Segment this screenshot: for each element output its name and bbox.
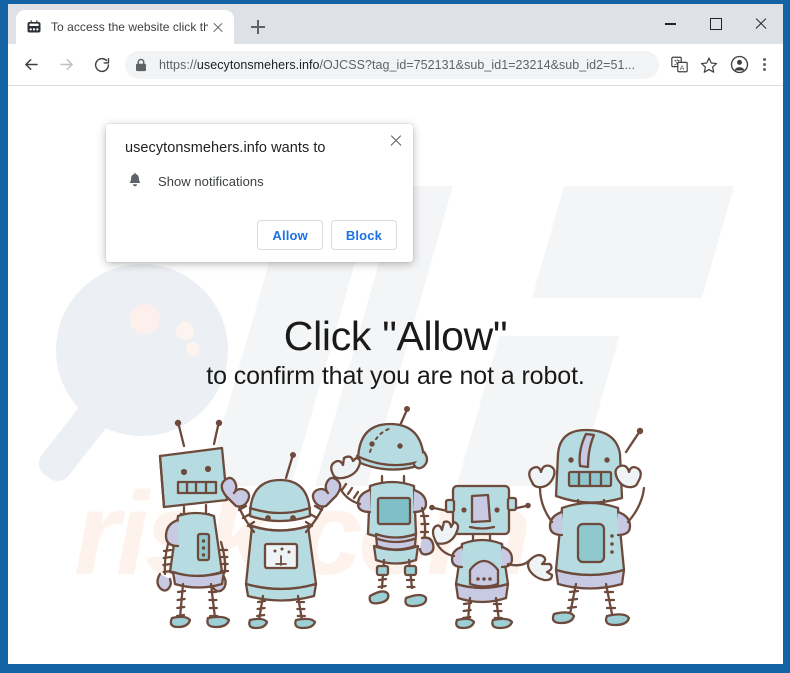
permission-label: Show notifications [158, 173, 264, 189]
page-subtitle: to confirm that you are not a robot. [206, 362, 585, 391]
address-bar-text: https://usecytonsmehers.info/OJCSS?tag_i… [159, 58, 635, 72]
page-title: Click "Allow" [283, 313, 508, 359]
profile-avatar-icon[interactable] [725, 51, 753, 79]
tab-title: To access the website click the "A [51, 20, 208, 34]
url-host: usecytonsmehers.info [196, 57, 320, 72]
lock-icon [127, 51, 155, 79]
url-path: /OJCSS?tag_id=752131&sub_id1=23214&sub_i… [319, 57, 636, 72]
minimize-button[interactable] [648, 4, 693, 44]
robot-favicon [26, 19, 42, 35]
forward-arrow-icon[interactable] [51, 49, 82, 80]
permission-dialog-title: usecytonsmehers.info wants to [125, 140, 326, 156]
bell-icon [126, 172, 144, 190]
url-scheme: https:// [159, 57, 197, 72]
permission-dialog-actions: Allow Block [122, 220, 397, 252]
three-dot-menu-icon[interactable] [753, 51, 775, 79]
reload-icon[interactable] [86, 49, 117, 80]
notification-permission-dialog: usecytonsmehers.info wants to Show notif… [106, 124, 413, 262]
star-icon[interactable] [695, 51, 723, 79]
watermark-magnifier-handle [33, 393, 117, 487]
close-button[interactable] [738, 4, 783, 44]
block-button[interactable]: Block [330, 220, 397, 250]
page-viewport: risk.com Click "Allow" to confirm that y… [8, 86, 783, 664]
close-dialog-icon[interactable] [387, 132, 405, 150]
browser-toolbar: https://usecytonsmehers.info/OJCSS?tag_i… [8, 44, 783, 86]
permission-row: Show notifications [126, 172, 397, 190]
maximize-button[interactable] [693, 4, 738, 44]
back-arrow-icon[interactable] [16, 49, 47, 80]
translate-icon[interactable]: 文 A [665, 51, 693, 79]
address-bar[interactable]: https://usecytonsmehers.info/OJCSS?tag_i… [125, 50, 659, 79]
desktop-background: To access the website click the "A [0, 0, 790, 673]
close-tab-icon[interactable] [210, 19, 226, 35]
window-controls [648, 4, 783, 44]
browser-tab[interactable]: To access the website click the "A [16, 10, 234, 44]
tab-strip: To access the website click the "A [8, 4, 783, 44]
allow-button[interactable]: Allow [257, 220, 323, 250]
robot-illustration [126, 404, 666, 634]
watermark-stripe [531, 186, 735, 298]
browser-window: To access the website click the "A [8, 4, 783, 664]
page-headline-block: Click "Allow" to confirm that you are no… [8, 314, 783, 391]
svg-text:A: A [679, 65, 684, 72]
new-tab-icon[interactable] [244, 13, 272, 41]
